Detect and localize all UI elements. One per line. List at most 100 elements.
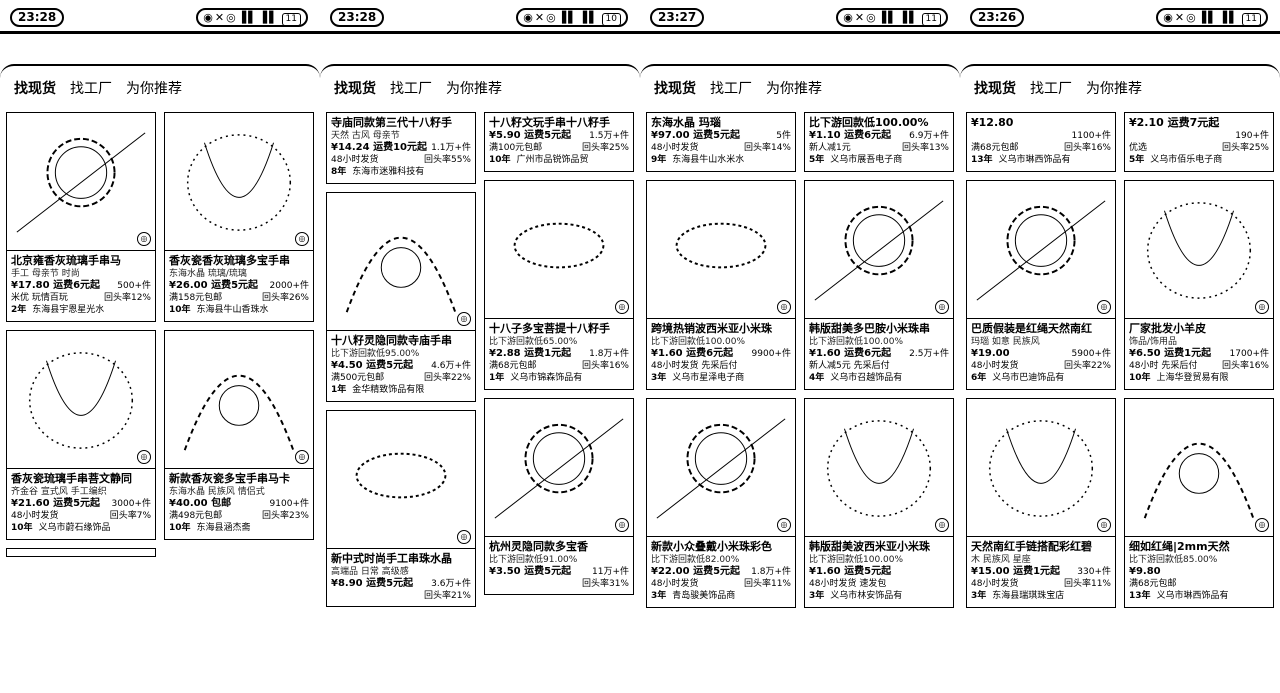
shop-row[interactable]: 5年 义乌市佰乐电子商 — [1129, 154, 1269, 167]
shop-row[interactable]: 3年 东海县瑞琪珠宝店 — [971, 590, 1111, 603]
product-image[interactable]: ◎ — [327, 193, 475, 331]
product-card[interactable]: ◎ 新款小众叠戴小米珠彩色 比下游回款低82.00% ¥22.00 运费5元起 1.8万… — [646, 398, 796, 608]
status-bar: 23:26 ◉✕◎▐▌▐▌ 11 — [960, 0, 1280, 34]
shop-name: 东海市迷雅科技有 — [352, 167, 425, 177]
feed-panel: 找现货 找工厂 为你推荐 东海水晶 玛瑙 ¥97.00 运费5元起 5件 48小时发货 回头率… — [640, 64, 960, 693]
product-card[interactable]: ◎ 香灰瓷香灰琉璃多宝手串 东海水晶 琉璃/琉璃 ¥26.00 运费5元起 2000+件… — [164, 112, 314, 322]
product-image[interactable]: ◎ — [647, 399, 795, 537]
camera-icon[interactable]: ◎ — [295, 232, 309, 246]
shop-row[interactable]: 10年 上海华登贸易有限 — [1129, 372, 1269, 385]
status-bar: 23:28 ◉✕◎▐▌▐▌ 10 — [320, 0, 640, 34]
shop-row[interactable]: 1年 义乌市锦森饰品有 — [489, 372, 629, 385]
service-tags: 米优 玩情百玩 — [11, 293, 68, 303]
product-image[interactable]: ◎ — [967, 181, 1115, 319]
product-card[interactable]: ◎ — [6, 548, 156, 557]
camera-icon[interactable]: ◎ — [777, 518, 791, 532]
camera-icon[interactable]: ◎ — [615, 300, 629, 314]
product-card[interactable]: ◎ 韩版甜美波西米亚小米珠 比下游回款低100.00% ¥1.60 运费5元起 48小时… — [804, 398, 954, 608]
product-card[interactable]: ¥12.80 1100+件 满68元包邮 回头率16% 13年 义乌市琳西饰品有 — [966, 112, 1116, 172]
tab-0[interactable]: 找现货 — [654, 81, 696, 97]
product-card[interactable]: ◎ 厂家批发小羊皮 饰品/饰用品 ¥6.50 运费1元起 1700+件 48小时 先采后付… — [1124, 180, 1274, 390]
product-card[interactable]: ◎ 巴质假装是红绳天然南红 玛瑙 如意 民族风 ¥19.00 5900+件 48小时发货 回… — [966, 180, 1116, 390]
product-image[interactable]: ◎ — [485, 399, 633, 537]
product-card[interactable]: ¥2.10 运费7元起 190+件 优选 回头率25% 5年 义乌市佰乐电子商 — [1124, 112, 1274, 172]
tab-0[interactable]: 找现货 — [14, 81, 56, 97]
product-card[interactable]: 寺庙同款第三代十八籽手 天然 古风 母亲节 ¥14.24 运费10元起 1.1万+件 4… — [326, 112, 476, 184]
tab-bar: 找现货 找工厂 为你推荐 — [640, 66, 960, 112]
tab-1[interactable]: 找工厂 — [390, 81, 432, 97]
shop-row[interactable]: 10年 义乌市蔚石缘饰品 — [11, 522, 151, 535]
service-row: 满100元包邮 回头率25% — [489, 142, 629, 154]
tab-2[interactable]: 为你推荐 — [446, 81, 502, 97]
product-image[interactable]: ◎ — [1125, 181, 1273, 319]
shop-row[interactable]: 6年 义乌市巴迪饰品有 — [971, 372, 1111, 385]
shop-row[interactable]: 3年 青岛骏美饰品商 — [651, 590, 791, 603]
product-card[interactable]: ◎ 北京雍香灰琉璃手串马 手工 母亲节 时尚 ¥17.80 运费6元起 500+件 米优 … — [6, 112, 156, 322]
product-image[interactable]: ◎ — [805, 399, 953, 537]
shop-row[interactable]: 13年 义乌市琳西饰品有 — [1129, 590, 1269, 603]
tab-2[interactable]: 为你推荐 — [126, 81, 182, 97]
price-row: ¥21.60 运费5元起 3000+件 — [11, 498, 151, 510]
tab-2[interactable]: 为你推荐 — [766, 81, 822, 97]
product-image[interactable]: ◎ — [485, 181, 633, 319]
product-card[interactable]: ◎ 新中式时尚手工串珠水晶 高端品 日常 高级感 ¥8.90 运费5元起 3.6万+件回… — [326, 410, 476, 607]
shop-row[interactable]: 8年 东海市迷雅科技有 — [331, 166, 471, 179]
product-card[interactable]: ◎ 新款香灰瓷多宝手串马卡 东海水晶 民族风 情侣式 ¥40.00 包邮 9100+件满… — [164, 330, 314, 540]
product-card[interactable]: ◎ 香灰瓷琉璃手串菩文静同 齐金谷 宣式风 手工编织 ¥21.60 运费5元起 3000… — [6, 330, 156, 540]
product-card[interactable]: ◎ 跨境热销波西米亚小米珠 比下游回款低100.00% ¥1.60 运费6元起 9900… — [646, 180, 796, 390]
camera-icon[interactable]: ◎ — [935, 300, 949, 314]
product-title: 新中式时尚手工串珠水晶 — [331, 552, 452, 565]
camera-icon[interactable]: ◎ — [935, 518, 949, 532]
shop-row[interactable]: 10年 广州市品锐饰品贸 — [489, 154, 629, 167]
service-tags: 满158元包邮 — [169, 293, 223, 303]
shop-name: 广州市品锐饰品贸 — [516, 155, 589, 165]
product-card[interactable]: 比下游回款低100.00% ¥1.10 运费6元起 6.9万+件 新人减1元 回头率13… — [804, 112, 954, 172]
camera-icon[interactable]: ◎ — [1255, 300, 1269, 314]
shop-row[interactable]: 3年 义乌市星泽电子商 — [651, 372, 791, 385]
camera-icon[interactable]: ◎ — [615, 518, 629, 532]
tab-0[interactable]: 找现货 — [974, 81, 1016, 97]
tab-0[interactable]: 找现货 — [334, 81, 376, 97]
shop-row[interactable]: 13年 义乌市琳西饰品有 — [971, 154, 1111, 167]
tab-1[interactable]: 找工厂 — [70, 81, 112, 97]
product-image[interactable]: ◎ — [327, 411, 475, 549]
shop-row[interactable]: 2年 东海县宇恩星光水 — [11, 304, 151, 317]
camera-icon[interactable]: ◎ — [457, 530, 471, 544]
tab-2[interactable]: 为你推荐 — [1086, 81, 1142, 97]
tab-1[interactable]: 找工厂 — [1030, 81, 1072, 97]
camera-icon[interactable]: ◎ — [1097, 518, 1111, 532]
tab-1[interactable]: 找工厂 — [710, 81, 752, 97]
product-card[interactable]: ◎ 杭州灵隐同款多宝香 比下游回款低91.00% ¥3.50 运费5元起 11万+件 回头… — [484, 398, 634, 595]
product-card[interactable]: ◎ 十八籽灵隐同款寺庙手串 比下游回款低95.00% ¥4.50 运费5元起 4.6万+… — [326, 192, 476, 402]
product-image[interactable]: ◎ — [7, 331, 155, 469]
product-card[interactable]: ◎ 天然南红手链搭配彩红碧木 民族风 星座 ¥15.00 运费1元起 330+件 48小… — [966, 398, 1116, 608]
camera-icon[interactable]: ◎ — [777, 300, 791, 314]
product-card[interactable]: 十八籽文玩手串十八籽手 ¥5.90 运费5元起 1.5万+件 满100元包邮 回头率25… — [484, 112, 634, 172]
price-row: ¥4.50 运费5元起 4.6万+件 — [331, 360, 471, 372]
product-image[interactable]: ◎ — [165, 331, 313, 469]
camera-icon[interactable]: ◎ — [137, 450, 151, 464]
camera-icon[interactable]: ◎ — [457, 312, 471, 326]
shop-row[interactable]: 1年 金华精致饰品有限 — [331, 384, 471, 397]
product-card[interactable]: 东海水晶 玛瑙 ¥97.00 运费5元起 5件 48小时发货 回头率14% 9年 东海县牛山… — [646, 112, 796, 172]
shop-row[interactable]: 9年 东海县牛山水米水 — [651, 154, 791, 167]
product-image[interactable]: ◎ — [7, 113, 155, 251]
camera-icon[interactable]: ◎ — [137, 232, 151, 246]
product-image[interactable]: ◎ — [967, 399, 1115, 537]
shop-row[interactable]: 3年 义乌市林安饰品有 — [809, 590, 949, 603]
shop-row[interactable]: 5年 义乌市展吾电子商 — [809, 154, 949, 167]
product-card[interactable]: ◎ 韩版甜美多巴胺小米珠串 比下游回款低100.00% ¥1.60 运费6元起 2.5万… — [804, 180, 954, 390]
shop-row[interactable]: 4年 义乌市召越饰品有 — [809, 372, 949, 385]
shop-row[interactable]: 10年 东海县牛山香珠水 — [169, 304, 309, 317]
shop-row[interactable]: 10年 东海县涵杰斋 — [169, 522, 309, 535]
camera-icon[interactable]: ◎ — [1255, 518, 1269, 532]
camera-icon[interactable]: ◎ — [295, 450, 309, 464]
product-card[interactable]: ◎ 十八子多宝菩提十八籽手 比下游回款低65.00% ¥2.88 运费1元起 1.8万+… — [484, 180, 634, 390]
camera-icon[interactable]: ◎ — [1097, 300, 1111, 314]
repeat-rate: 回头率26% — [261, 293, 309, 303]
product-image[interactable]: ◎ — [647, 181, 795, 319]
product-image[interactable]: ◎ — [805, 181, 953, 319]
product-image[interactable]: ◎ — [1125, 399, 1273, 537]
product-card[interactable]: ◎ 细如红绳|2mm天然 比下游回款低85.00% ¥9.80 满68元包邮 13年 义乌市… — [1124, 398, 1274, 608]
product-image[interactable]: ◎ — [165, 113, 313, 251]
